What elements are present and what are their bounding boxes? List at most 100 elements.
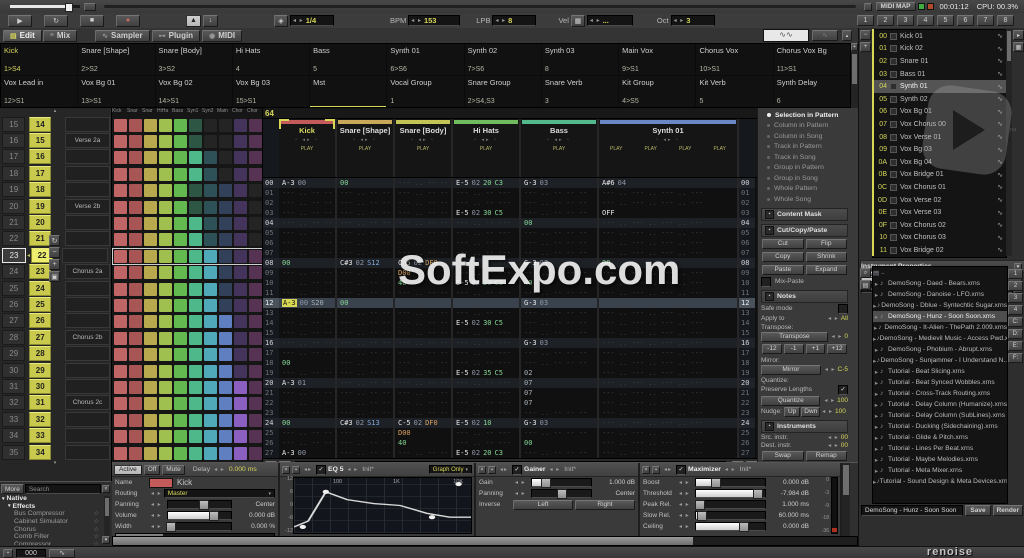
pattern-cell[interactable]: A-3 01 (279, 378, 335, 388)
matrix-slot[interactable] (114, 135, 127, 149)
pattern-cell[interactable]: --- .. -- -- -- (521, 308, 597, 318)
pattern-cell[interactable]: --- .. -- -- (337, 308, 393, 318)
section-collapse-icon[interactable]: ▪ (765, 421, 774, 431)
cut-button[interactable]: Cut (762, 238, 804, 249)
sequence-position[interactable]: 26 (2, 296, 26, 312)
matrix-slot[interactable] (144, 266, 157, 280)
section-label[interactable] (65, 149, 110, 165)
matrix-slot[interactable] (234, 348, 247, 362)
device-move-icons[interactable]: ◂▸ (664, 466, 672, 473)
matrix-slot[interactable] (129, 249, 142, 263)
pattern-cell[interactable]: E-5 02 20 C3 (453, 278, 519, 288)
pattern-cell[interactable]: --- .. -- -- (337, 228, 393, 238)
matrix-slot[interactable] (189, 200, 202, 214)
drive-button-2[interactable]: 2 (1008, 281, 1023, 291)
file-item[interactable]: ▸ ♪ Tutorial - Sound Design & Meta Devices… (873, 476, 1007, 487)
sequencer-clone-button[interactable]: ▣ (49, 271, 60, 282)
scope-cell[interactable]: Vox Bg 01 13>S1 (78, 76, 155, 107)
sequencer-row[interactable]: 18 17 (0, 165, 110, 181)
maximizer-peakrel-spinner-icons[interactable]: ◂ ▸ (679, 501, 690, 508)
pattern-cell[interactable]: --- .. -- -- (337, 368, 393, 378)
scope-cell[interactable]: Snare [Shape] 2>S2 (78, 44, 155, 75)
sequencer-loop-button[interactable]: ↻ (49, 235, 60, 246)
sequencer-row[interactable]: 33 32 (0, 411, 110, 427)
matrix-slot[interactable] (204, 413, 217, 427)
section-collapse-icon[interactable]: ▪ (765, 291, 774, 301)
pattern-cell[interactable]: --- .. -- -- (395, 288, 451, 298)
pattern-cell[interactable]: E-5 02 35 C5 (453, 368, 519, 378)
pattern-cell[interactable]: --- .. -- -- (279, 308, 335, 318)
track-header[interactable]: Synth 01 ▫ ◂▸ ▫ PLAY PLAY PLAY PLAY (599, 119, 739, 177)
matrix-slot[interactable] (144, 282, 157, 296)
sequence-position[interactable]: 34 (2, 428, 26, 444)
matrix-slot[interactable] (114, 282, 127, 296)
matrix-slot[interactable] (114, 331, 127, 345)
instrument-item[interactable]: 0D Vox Verse 02 ∿ (873, 194, 1006, 207)
matrix-slot[interactable] (219, 233, 232, 247)
matrix-slot[interactable] (234, 315, 247, 329)
pattern-cell[interactable]: --- .. -- -- (279, 328, 335, 338)
scopes-scrollbar[interactable] (851, 52, 858, 108)
file-folder-button[interactable]: ▤ (860, 280, 871, 290)
device-minimize-icon[interactable]: ▪ (488, 465, 496, 474)
file-item[interactable]: ▸ ♪ DemoSong - Hunz - Soon Soon.xrns (873, 311, 1007, 322)
loop-button[interactable]: ↻ (44, 14, 68, 27)
instrument-item[interactable]: 02 Snare 01 ∿ (873, 55, 1006, 68)
matrix-slot[interactable] (114, 151, 127, 165)
matrix-slot[interactable] (174, 298, 187, 312)
dsp-effect-item[interactable]: Bus Compressor ☆ (0, 510, 111, 518)
preset-button-7[interactable]: 7 (977, 15, 994, 26)
pattern-cell[interactable]: C-5 02 DF0 (395, 258, 451, 268)
notes-section[interactable]: ▪ Notes (761, 289, 848, 303)
matrix-slot[interactable] (249, 348, 262, 362)
tab-edit[interactable]: ▤ Edit (3, 29, 42, 42)
matrix-slot[interactable] (144, 118, 157, 132)
track-note-column[interactable]: --- .. -- -- --- .. -- -- --- .. -- -- --- … (395, 178, 453, 458)
matrix-slot[interactable] (174, 397, 187, 411)
mute-button[interactable]: Mute (162, 464, 185, 475)
section-label[interactable] (65, 116, 110, 132)
matrix-slot[interactable] (174, 282, 187, 296)
sequencer-add-button[interactable]: + (49, 259, 60, 270)
matrix-slot[interactable] (129, 135, 142, 149)
scope-option[interactable]: Selection in Pattern (761, 110, 848, 121)
pattern-cell[interactable]: --- .. -- -- (279, 218, 335, 228)
file-item[interactable]: ▸ ♪ Tutorial - Delay Column (Humanize).xrn… (873, 399, 1007, 410)
transpose-button[interactable]: Transpose (761, 331, 828, 342)
matrix-slot[interactable] (159, 298, 172, 312)
pattern-cell[interactable]: --- .. -- -- (337, 388, 393, 398)
pattern-cell[interactable]: --- .. -- -- (395, 178, 451, 188)
pattern-number[interactable]: 34 (29, 444, 52, 460)
matrix-slot[interactable] (189, 151, 202, 165)
pattern-cell[interactable]: --- .. -- -- (395, 328, 451, 338)
save-button[interactable]: Save (965, 505, 991, 516)
pattern-cell[interactable]: --- .. -- --- (453, 438, 519, 448)
pattern-cell[interactable]: --- .. -- -- (337, 188, 393, 198)
matrix-slot[interactable] (219, 331, 232, 345)
sequence-position[interactable]: 25 (2, 280, 26, 296)
instrument-item[interactable]: 07 Vox Chorus 00 ∿ (873, 118, 1006, 131)
matrix-slot[interactable] (129, 233, 142, 247)
matrix-slot[interactable] (159, 200, 172, 214)
matrix-slot[interactable] (249, 249, 262, 263)
expander-icon[interactable]: ▸ (873, 423, 880, 431)
status-stop-icon[interactable]: ▪ (3, 548, 13, 558)
nudge-up-button[interactable]: Up (783, 406, 801, 417)
pattern-cell[interactable]: --- .. -- -- (395, 188, 451, 198)
pattern-cell[interactable]: --- .. --- .. --- .. --- (599, 398, 737, 408)
matrix-slot[interactable] (204, 446, 217, 460)
pattern-cell[interactable]: --- .. -- -- (279, 428, 335, 438)
matrix-slot[interactable] (159, 135, 172, 149)
matrix-slot[interactable] (144, 380, 157, 394)
routing-spinner-icons[interactable]: ◂ ▸ (151, 490, 162, 497)
instrument-item[interactable]: 0F Vox Chorus 02 ∿ (873, 219, 1006, 232)
section-label[interactable] (65, 182, 110, 198)
instrument-expand-button[interactable]: + (860, 42, 871, 52)
pattern-cell[interactable]: --- .. --- .. --- .. --- (599, 218, 737, 228)
favorite-star-icon[interactable]: ☆ (94, 533, 99, 540)
track-width-slider[interactable] (166, 522, 232, 532)
matrix-slot[interactable] (174, 364, 187, 378)
pattern-cell[interactable]: A#6 04 (599, 178, 737, 188)
pattern-cell[interactable]: --- .. -- --- (453, 338, 519, 348)
mirror-spinner-icons[interactable]: ◂ ▸ (825, 366, 836, 373)
